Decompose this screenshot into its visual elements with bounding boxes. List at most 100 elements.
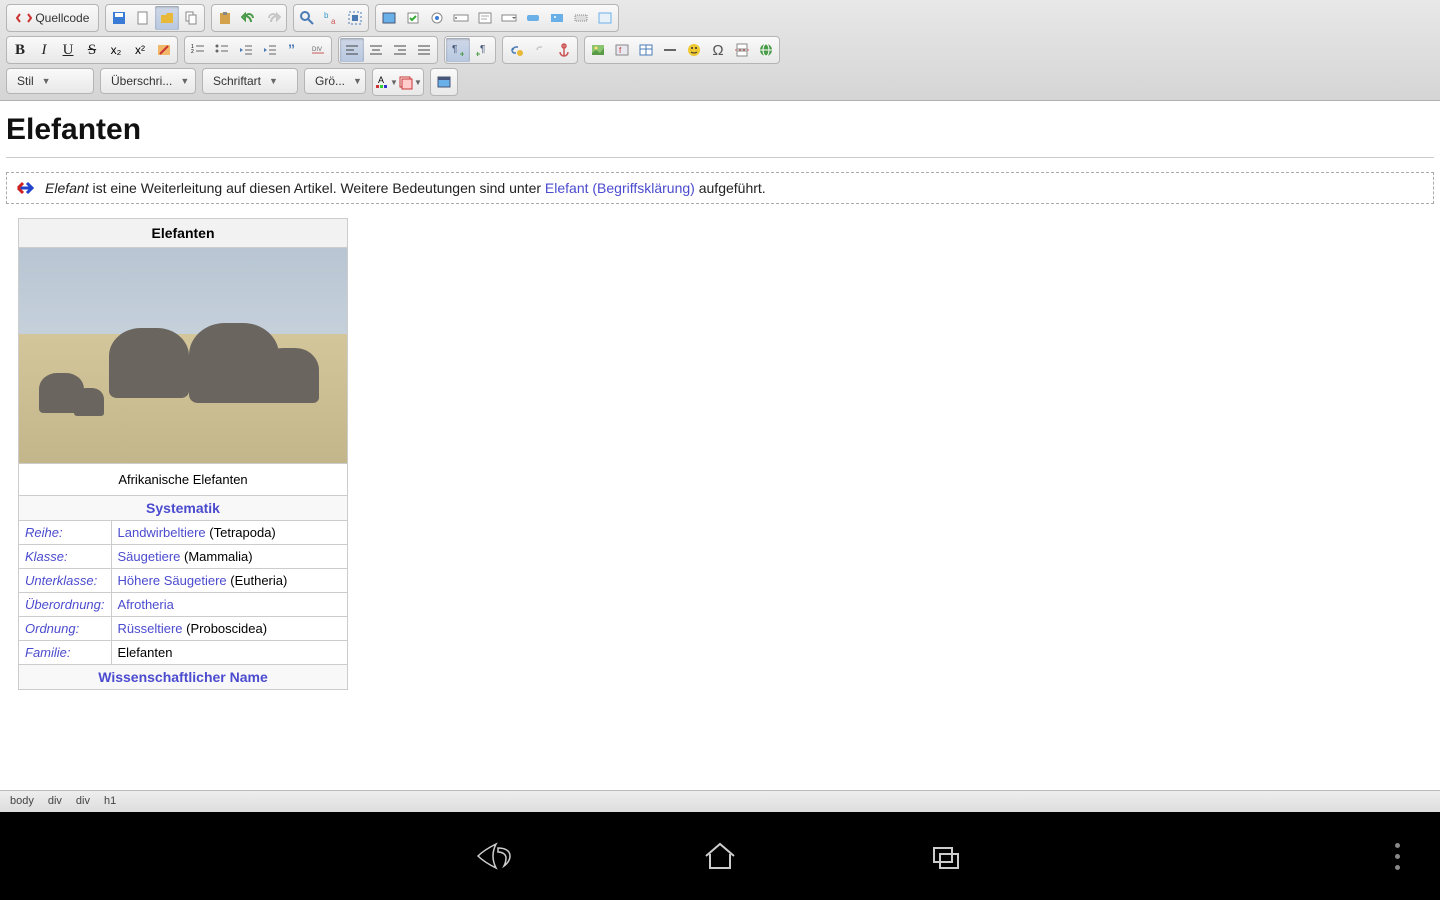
- svg-text:”: ”: [288, 42, 295, 57]
- android-home-button[interactable]: [702, 838, 738, 874]
- select-all-icon[interactable]: [343, 6, 367, 30]
- taxonomy-label: Reihe:: [19, 521, 112, 545]
- taxonomy-value: Afrotheria: [111, 593, 348, 617]
- taxonomy-link[interactable]: Höhere Säugetiere: [118, 573, 227, 588]
- copy-icon[interactable]: [179, 6, 203, 30]
- text-color-icon[interactable]: A▼: [374, 70, 398, 94]
- breadcrumb-item[interactable]: body: [10, 795, 34, 808]
- hr-icon[interactable]: [658, 38, 682, 62]
- rtl-icon[interactable]: ¶: [470, 38, 494, 62]
- android-back-button[interactable]: [476, 838, 512, 874]
- outdent-icon[interactable]: [234, 38, 258, 62]
- maximize-icon[interactable]: [432, 70, 456, 94]
- new-page-icon[interactable]: [131, 6, 155, 30]
- breadcrumb-item[interactable]: div: [76, 795, 90, 808]
- align-justify-icon[interactable]: [412, 38, 436, 62]
- disambig-text1: ist eine Weiterleitung auf diesen Artike…: [89, 180, 545, 196]
- align-left-icon[interactable]: [340, 38, 364, 62]
- save-icon[interactable]: [107, 6, 131, 30]
- size-combo[interactable]: Grö...▼: [304, 68, 366, 94]
- style-label: Stil: [17, 74, 34, 88]
- globe-icon[interactable]: [754, 38, 778, 62]
- table-icon[interactable]: [634, 38, 658, 62]
- disambig-link[interactable]: Elefant (Begriffsklärung): [545, 180, 695, 196]
- disambig-icon: [15, 179, 37, 197]
- infobox-section-sciname: Wissenschaftlicher Name: [19, 665, 348, 690]
- taxonomy-row: Unterklasse:Höhere Säugetiere (Eutheria): [19, 569, 348, 593]
- italic-button[interactable]: I: [32, 38, 56, 62]
- style-combo[interactable]: Stil▼: [6, 68, 94, 94]
- radio-icon[interactable]: [425, 6, 449, 30]
- redo-icon[interactable]: [261, 6, 285, 30]
- bold-button[interactable]: B: [8, 38, 32, 62]
- find-icon[interactable]: [295, 6, 319, 30]
- link-icon[interactable]: [504, 38, 528, 62]
- superscript-button[interactable]: x²: [128, 38, 152, 62]
- pagebreak-icon[interactable]: [730, 38, 754, 62]
- bg-color-icon[interactable]: ▼: [398, 70, 422, 94]
- svg-text:b: b: [324, 11, 329, 20]
- remove-format-icon[interactable]: [152, 38, 176, 62]
- blockquote-icon[interactable]: ”: [282, 38, 306, 62]
- taxonomy-label: Unterklasse:: [19, 569, 112, 593]
- smiley-icon[interactable]: [682, 38, 706, 62]
- taxonomy-row: Reihe:Landwirbeltiere (Tetrapoda): [19, 521, 348, 545]
- taxonomy-value: Landwirbeltiere (Tetrapoda): [111, 521, 348, 545]
- numbered-list-icon[interactable]: 12: [186, 38, 210, 62]
- taxonomy-row: Familie:Elefanten: [19, 641, 348, 665]
- breadcrumb-item[interactable]: h1: [104, 795, 116, 808]
- iframe-icon[interactable]: [593, 6, 617, 30]
- taxonomy-row: Ordnung:Rüsseltiere (Proboscidea): [19, 617, 348, 641]
- svg-text:A: A: [378, 75, 384, 85]
- ltr-icon[interactable]: ¶: [446, 38, 470, 62]
- div-icon[interactable]: DIV: [306, 38, 330, 62]
- taxonomy-link[interactable]: Landwirbeltiere: [118, 525, 206, 540]
- form-icon[interactable]: [377, 6, 401, 30]
- subscript-button[interactable]: x₂: [104, 38, 128, 62]
- image-button-icon[interactable]: [545, 6, 569, 30]
- heading-combo[interactable]: Überschri...▼: [100, 68, 196, 94]
- textfield-icon[interactable]: [449, 6, 473, 30]
- infobox-image-cell: [19, 248, 348, 464]
- undo-icon[interactable]: [237, 6, 261, 30]
- checkbox-icon[interactable]: [401, 6, 425, 30]
- unlink-icon[interactable]: [528, 38, 552, 62]
- taxonomy-label: Klasse:: [19, 545, 112, 569]
- open-icon[interactable]: [155, 6, 179, 30]
- taxonomy-link[interactable]: Rüsseltiere: [118, 621, 183, 636]
- font-label: Schriftart: [213, 74, 261, 88]
- button-icon[interactable]: [521, 6, 545, 30]
- image-icon[interactable]: [586, 38, 610, 62]
- textarea-icon[interactable]: [473, 6, 497, 30]
- underline-button[interactable]: U: [56, 38, 80, 62]
- source-label: Quellcode: [35, 11, 89, 25]
- select-icon[interactable]: [497, 6, 521, 30]
- strike-button[interactable]: S: [80, 38, 104, 62]
- font-combo[interactable]: Schriftart▼: [202, 68, 298, 94]
- taxonomy-link[interactable]: Afrotheria: [118, 597, 174, 612]
- bullet-list-icon[interactable]: [210, 38, 234, 62]
- indent-icon[interactable]: [258, 38, 282, 62]
- disambig-term: Elefant: [45, 180, 89, 196]
- flash-icon[interactable]: f: [610, 38, 634, 62]
- align-right-icon[interactable]: [388, 38, 412, 62]
- disambig-text2: aufgeführt.: [695, 180, 766, 196]
- breadcrumb-item[interactable]: div: [48, 795, 62, 808]
- disambig-text: Elefant ist eine Weiterleitung auf diese…: [45, 180, 766, 196]
- android-recent-button[interactable]: [928, 838, 964, 874]
- svg-text:¶: ¶: [480, 44, 485, 55]
- paste-icon[interactable]: [213, 6, 237, 30]
- svg-text:a: a: [331, 17, 336, 26]
- special-char-icon[interactable]: Ω: [706, 38, 730, 62]
- taxonomy-label: Ordnung:: [19, 617, 112, 641]
- editor-content[interactable]: Elefanten Elefant ist eine Weiterleitung…: [0, 101, 1440, 763]
- taxonomy-link[interactable]: Säugetiere: [118, 549, 181, 564]
- source-button[interactable]: Quellcode: [8, 6, 97, 30]
- android-menu-button[interactable]: [1395, 843, 1400, 870]
- disambiguation-box: Elefant ist eine Weiterleitung auf diese…: [6, 172, 1434, 204]
- replace-icon[interactable]: ba: [319, 6, 343, 30]
- align-center-icon[interactable]: [364, 38, 388, 62]
- taxonomy-label: Überordnung:: [19, 593, 112, 617]
- hidden-field-icon[interactable]: [569, 6, 593, 30]
- anchor-icon[interactable]: [552, 38, 576, 62]
